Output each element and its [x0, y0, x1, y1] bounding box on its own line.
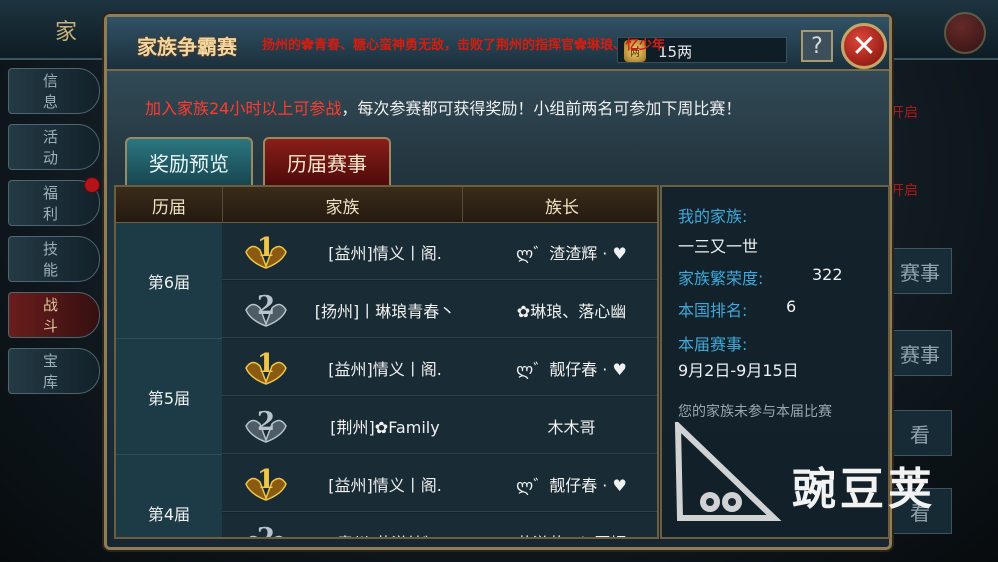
leader-name: ლ゛靓仔春 · ♥: [516, 475, 627, 495]
season-cell: 第6届: [116, 223, 222, 339]
table-header: 历届 家族 族长: [116, 187, 657, 223]
medal-rank: 2: [257, 407, 275, 437]
participation-status: 您的家族未参与本届比赛: [678, 404, 832, 420]
silver-medal-icon: 2: [249, 523, 283, 539]
tab-past-events[interactable]: 历届赛事: [263, 137, 391, 185]
under-event-button[interactable]: 赛事: [888, 330, 952, 376]
close-button[interactable]: ✕: [841, 23, 887, 69]
notification-dot: [84, 177, 100, 193]
leader-name: ლ゛渣渣辉 · ♥: [516, 243, 627, 263]
medal-rank: 1: [257, 233, 275, 263]
dialog-header: 家族争霸赛 两 15两 扬州的✿青春、糖心蛮神勇无敌，击败了荆州的指挥官✿琳琅、…: [107, 17, 889, 71]
side-tab-skills[interactable]: 技 能: [8, 236, 100, 282]
participation-notice: 加入家族24小时以上可参战，每次参赛都可获得奖励！小组前两名可参加下周比赛！: [145, 95, 741, 119]
leader-name: 木木哥: [547, 417, 596, 437]
season-cell: 第4届: [116, 455, 222, 537]
column-header-season: 历届: [152, 197, 186, 218]
gold-medal-icon: 1: [245, 465, 287, 501]
under-status-text: 开启: [890, 105, 918, 121]
medal-rank: 2: [257, 291, 275, 321]
table-row: 2 [扬州]丨琳琅青春丶 ✿琳琅、落心幽: [222, 281, 657, 338]
help-button[interactable]: ?: [801, 30, 833, 62]
side-tab-treasury[interactable]: 宝 库: [8, 348, 100, 394]
national-rank-label: 本国排名:: [678, 301, 748, 320]
notice-reward: ，每次参赛都可获得奖励！小组前两名可参加下周比赛！: [341, 99, 742, 118]
leader-name: ✿琳琅、落心幽: [516, 301, 627, 321]
gold-medal-icon: 1: [245, 349, 287, 385]
table-row: 2 [青州]花漾绮゛花漾花◎ヒ夏媚: [222, 513, 657, 539]
current-season-label: 本届赛事:: [678, 335, 748, 354]
family-screen-close-button[interactable]: [944, 12, 986, 54]
column-header-family: 家族: [222, 187, 462, 223]
past-events-table: 历届 家族 族长 第6届 1 [益州]情义丨阁. ლ゛渣渣辉 · ♥ 2 [扬州]丨琳琅青…: [114, 185, 659, 539]
my-family-value: 一三又一世: [678, 237, 759, 256]
close-icon: ✕: [851, 28, 877, 64]
national-rank-value: 6: [786, 297, 797, 316]
family-name: [扬州]丨琳琅青春丶: [314, 301, 456, 321]
tab-reward-preview[interactable]: 奖励预览: [125, 137, 253, 185]
table-row: 1 [益州]情义丨阁. ლ゛渣渣辉 · ♥: [222, 223, 657, 280]
side-tab-info[interactable]: 信 息: [8, 68, 100, 114]
under-event-button[interactable]: 赛事: [888, 248, 952, 294]
table-row: 2 [荆州]✿Family 木木哥: [222, 397, 657, 454]
scrolling-announcement: 扬州的✿青春、糖心蛮神勇无敌，击败了荆州的指挥官✿琳琅、忆少年: [262, 38, 666, 53]
family-name: [青州]花漾绮゛: [288, 513, 482, 538]
season-cell: 第5届: [116, 339, 222, 455]
silver-medal-icon: 2: [245, 407, 287, 443]
side-tab-battle[interactable]: 战 斗: [8, 292, 100, 338]
prosperity-value: 322: [812, 265, 843, 284]
current-season-dates: 9月2日-9月15日: [678, 361, 799, 380]
dialog-title: 家族争霸赛: [137, 35, 237, 59]
side-tab-activity[interactable]: 活 动: [8, 124, 100, 170]
medal-rank: 2: [257, 523, 275, 539]
family-name: [荆州]✿Family: [330, 417, 440, 437]
watermark-text: 豌豆荚: [792, 464, 936, 515]
medal-rank: 1: [257, 465, 275, 495]
medal-rank: 1: [257, 349, 275, 379]
table-row: 1 [益州]情义丨阁. ლ゛靓仔春 · ♥: [222, 455, 657, 512]
table-row: 1 [益州]情义丨阁. ლ゛靓仔春 · ♥: [222, 339, 657, 396]
family-name: [益州]情义丨阁.: [328, 475, 442, 495]
prosperity-label: 家族繁荣度:: [678, 269, 764, 288]
my-family-label: 我的家族:: [678, 207, 748, 226]
notice-requirement: 加入家族24小时以上可参战: [145, 99, 342, 118]
family-name: [益州]情义丨阁.: [328, 243, 442, 263]
under-status-text: 开启: [890, 183, 918, 199]
family-name: [益州]情义丨阁.: [328, 359, 442, 379]
silver-medal-icon: 2: [245, 291, 287, 327]
leader-name: ლ゛靓仔春 · ♥: [516, 359, 627, 379]
gold-medal-icon: 1: [245, 233, 287, 269]
leader-name: 花漾花◎ヒ夏媚: [482, 513, 657, 538]
column-header-leader: 族长: [462, 187, 657, 223]
